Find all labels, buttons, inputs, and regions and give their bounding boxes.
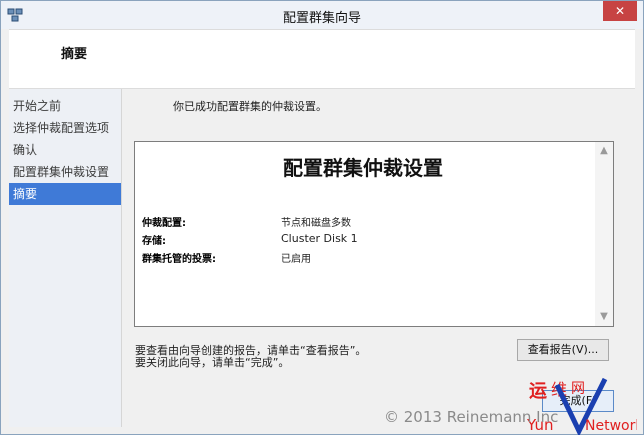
close-wizard-instruction: 要关闭此向导，请单击“完成”。 xyxy=(135,356,290,369)
report-title: 配置群集仲裁设置 xyxy=(283,156,443,180)
report-scrollbar[interactable]: ▲ ▼ xyxy=(595,142,613,326)
report-value: Cluster Disk 1 xyxy=(281,232,358,245)
nav-item-configure-quorum[interactable]: 配置群集仲裁设置 xyxy=(9,161,121,183)
scroll-up-arrow-icon[interactable]: ▲ xyxy=(595,142,613,160)
nav-item-confirmation[interactable]: 确认 xyxy=(9,139,121,161)
wizard-steps-nav: 开始之前 选择仲裁配置选项 确认 配置群集仲裁设置 摘要 xyxy=(9,89,122,427)
report-value: 节点和磁盘多数 xyxy=(281,218,351,229)
title-bar: 配置群集向导 ✕ xyxy=(1,1,643,29)
svg-text:网: 网 xyxy=(571,381,585,397)
page-title: 摘要 xyxy=(61,47,88,62)
view-report-button[interactable]: 查看报告(V)... xyxy=(517,339,609,361)
nav-item-select-quorum-option[interactable]: 选择仲裁配置选项 xyxy=(9,117,121,139)
close-button[interactable]: ✕ xyxy=(603,1,637,21)
success-message: 你已成功配置群集的仲裁设置。 xyxy=(173,100,327,113)
watermark-logo: 运 维 网 Yun Network xyxy=(527,377,637,435)
report-row-quorum: 仲裁配置: 节点和磁盘多数 xyxy=(142,214,591,232)
copyright-watermark: © 2013 Reinemann Inc xyxy=(384,408,559,426)
report-row-storage: 存储: Cluster Disk 1 xyxy=(142,232,591,250)
nav-item-before-you-begin[interactable]: 开始之前 xyxy=(9,95,121,117)
page-header: 摘要 xyxy=(9,29,635,89)
report-key: 仲裁配置: xyxy=(142,218,186,229)
wizard-window: 配置群集向导 ✕ 摘要 开始之前 选择仲裁配置选项 确认 配置群集仲裁设置 摘要… xyxy=(0,0,644,435)
report-key: 存储: xyxy=(142,236,166,247)
report-pane[interactable]: 配置群集仲裁设置 仲裁配置: 节点和磁盘多数 存储: Cluster Disk … xyxy=(134,141,614,327)
scroll-down-arrow-icon[interactable]: ▼ xyxy=(595,308,613,326)
nav-item-summary[interactable]: 摘要 xyxy=(9,183,121,205)
report-key: 群集托管的投票: xyxy=(142,254,216,265)
window-title: 配置群集向导 xyxy=(282,11,361,26)
svg-text:运: 运 xyxy=(529,381,547,402)
svg-text:Network: Network xyxy=(585,418,637,434)
report-row-votes: 群集托管的投票: 已启用 xyxy=(142,250,591,268)
report-value: 已启用 xyxy=(281,254,311,265)
